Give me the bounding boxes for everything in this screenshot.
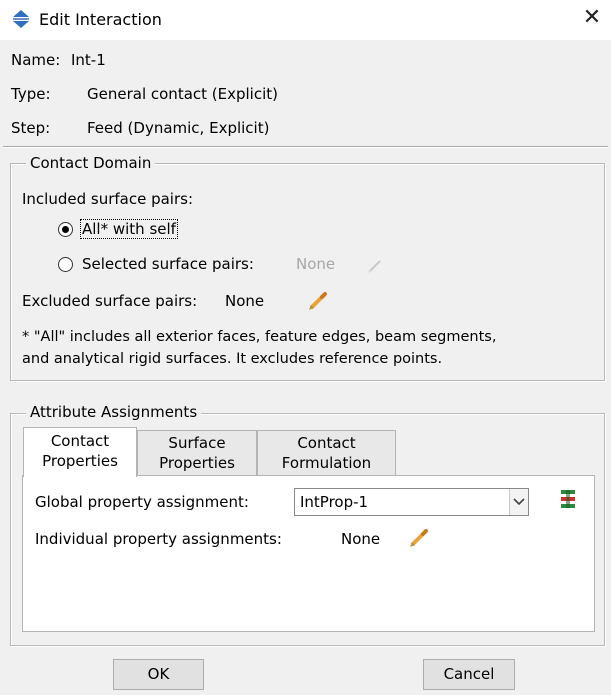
individual-property-assignments-label: Individual property assignments: <box>35 530 282 548</box>
window-title: Edit Interaction <box>39 10 162 29</box>
tab-surface-properties[interactable]: Surface Properties <box>137 430 257 475</box>
title-bar: Edit Interaction ✕ <box>0 0 611 40</box>
dropdown-arrow[interactable] <box>509 489 528 515</box>
type-value: General contact (Explicit) <box>87 85 278 103</box>
ok-button[interactable]: OK <box>113 659 204 690</box>
pencil-icon[interactable] <box>407 527 431 549</box>
tab-contact-formulation-line2: Formulation <box>281 454 372 472</box>
tab-contact-properties-line1: Contact <box>50 432 110 450</box>
type-label: Type: <box>11 85 51 103</box>
tab-surface-properties-line1: Surface <box>168 434 226 452</box>
tab-surface-properties-line2: Properties <box>159 454 235 472</box>
property-manager-icon[interactable] <box>557 488 579 512</box>
tab-contact-properties[interactable]: Contact Properties <box>23 427 137 477</box>
pencil-icon[interactable] <box>306 290 330 312</box>
radio-selected-dot <box>62 226 69 233</box>
global-property-assignment-label: Global property assignment: <box>35 493 249 511</box>
tab-contact-formulation-line1: Contact <box>297 434 356 452</box>
excluded-surface-pairs-label: Excluded surface pairs: <box>22 292 198 310</box>
global-property-value: IntProp-1 <box>300 493 369 511</box>
individual-property-assignments-value: None <box>341 530 381 548</box>
excluded-surface-pairs-value: None <box>225 292 265 310</box>
included-surface-pairs-label: Included surface pairs: <box>22 190 194 208</box>
selected-surface-pairs-label[interactable]: Selected surface pairs: <box>82 255 254 273</box>
all-with-self-radio[interactable] <box>58 222 73 237</box>
name-value: Int-1 <box>71 51 106 69</box>
active-tab-joint <box>24 474 136 477</box>
note-line-1: * "All" includes all exterior faces, fea… <box>22 329 497 345</box>
step-label: Step: <box>11 119 51 137</box>
attribute-assignments-title: Attribute Assignments <box>26 403 202 421</box>
interaction-diamond-icon <box>13 10 29 28</box>
contact-domain-title: Contact Domain <box>26 154 156 172</box>
selected-surface-pairs-value: None <box>296 255 336 273</box>
name-label: Name: <box>11 51 61 69</box>
step-value: Feed (Dynamic, Explicit) <box>87 119 270 137</box>
selected-surface-pairs-radio[interactable] <box>58 257 73 272</box>
close-icon[interactable]: ✕ <box>580 6 604 30</box>
cancel-button[interactable]: Cancel <box>423 659 515 690</box>
tab-contact-formulation[interactable]: Contact Formulation <box>257 430 396 475</box>
chevron-down-icon <box>513 498 525 506</box>
all-with-self-option[interactable]: All* with self <box>80 219 178 239</box>
global-property-select[interactable]: IntProp-1 <box>294 488 529 516</box>
pencil-icon-disabled <box>368 260 381 273</box>
tab-contact-properties-line2: Properties <box>42 452 118 470</box>
note-line-2: and analytical rigid surfaces. It exclud… <box>22 351 443 367</box>
all-with-self-label: All* with self <box>80 219 178 239</box>
separator <box>3 146 608 148</box>
